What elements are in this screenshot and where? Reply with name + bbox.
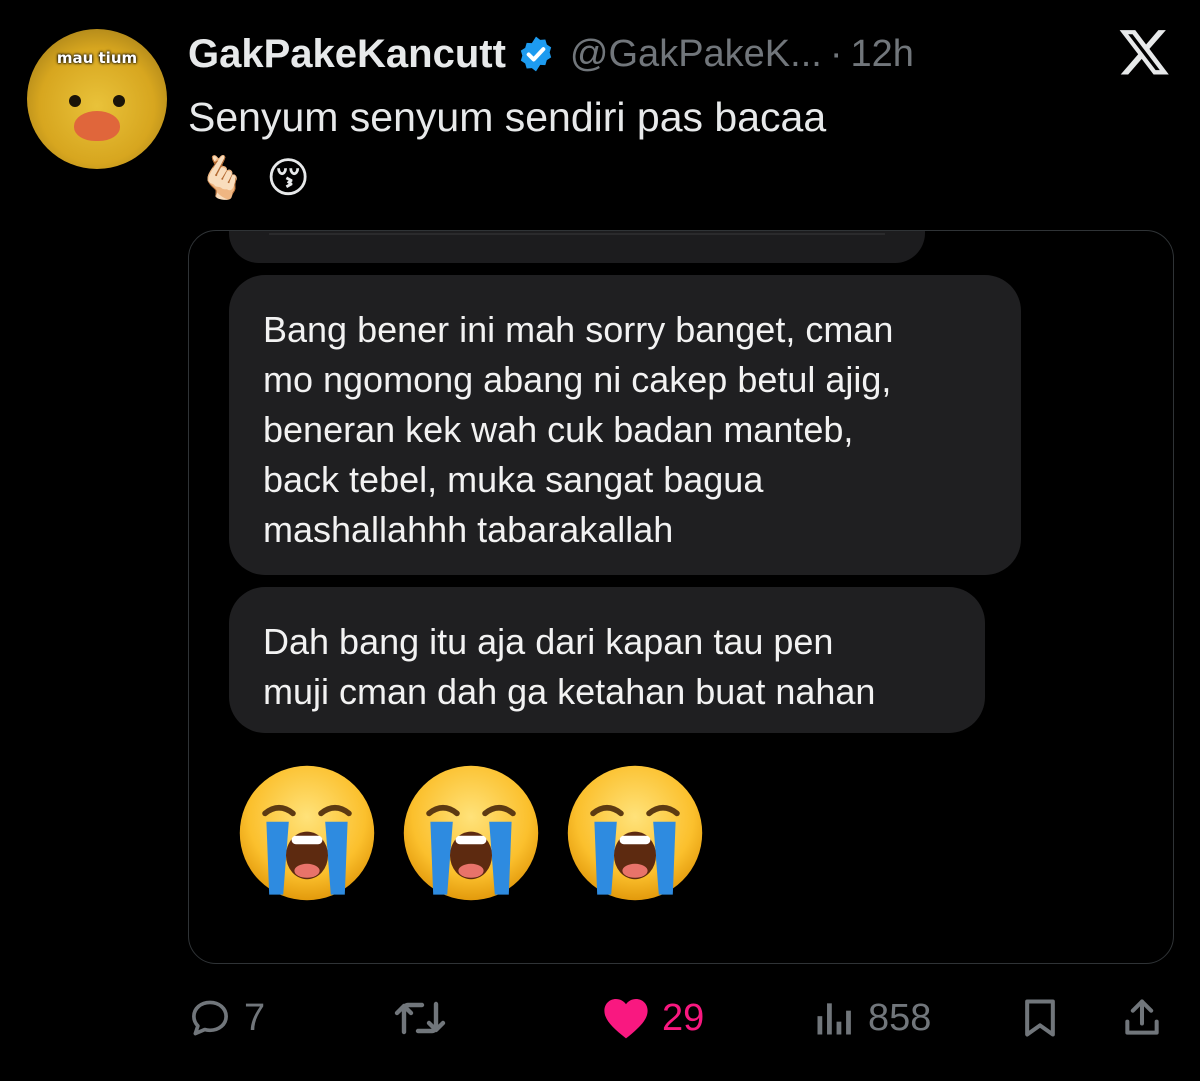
chat-message-1: Bang bener ini mah sorry banget, cman mo… — [229, 275, 1021, 575]
share-icon — [1125, 999, 1159, 1035]
separator-dot: · — [829, 32, 843, 75]
heart-icon — [604, 999, 648, 1039]
loudly-crying-face-icon — [239, 765, 375, 901]
handle[interactable]: @GakPakeK... — [570, 33, 822, 76]
views-button[interactable]: 858 — [812, 988, 931, 1048]
avatar-beak — [74, 111, 120, 141]
x-logo-icon[interactable] — [1118, 27, 1170, 77]
like-count: 29 — [662, 996, 705, 1039]
kissing-face-emoji: 😚 — [266, 154, 311, 201]
author-row: GakPakeKancutt @GakPakeK... · 12h — [188, 28, 914, 80]
tweet-action-bar: 7 29 858 — [188, 988, 1172, 1048]
retweet-icon — [394, 1001, 446, 1035]
reply-button[interactable]: 7 — [188, 988, 265, 1048]
display-name[interactable]: GakPakeKancutt — [188, 32, 506, 77]
reply-icon — [192, 1000, 228, 1036]
tweet-text: Senyum senyum sendiri pas bacaa — [188, 94, 827, 140]
bookmark-icon — [1025, 999, 1055, 1037]
reply-count: 7 — [244, 996, 266, 1039]
share-button[interactable] — [1120, 988, 1164, 1048]
bookmark-button[interactable] — [1018, 988, 1062, 1048]
previous-message-bubble — [229, 231, 925, 263]
retweet-button[interactable] — [394, 988, 458, 1048]
analytics-icon — [817, 1003, 851, 1035]
timestamp[interactable]: 12h — [850, 33, 913, 76]
view-count: 858 — [868, 996, 932, 1039]
verified-badge-icon — [520, 36, 552, 72]
avatar-eye-right — [113, 95, 125, 107]
tweet-emojis: 🫰🏻 😚 — [196, 150, 310, 206]
avatar-eye-left — [69, 95, 81, 107]
finger-heart-emoji: 🫰🏻 — [196, 154, 249, 201]
chat-message-2: Dah bang itu aja dari kapan tau pen muji… — [229, 587, 985, 733]
avatar-caption: mau tium — [56, 49, 138, 67]
tweet-media-card[interactable]: Bang bener ini mah sorry banget, cman mo… — [188, 230, 1174, 964]
avatar[interactable]: mau tium — [27, 29, 167, 169]
loudly-crying-face-icon — [403, 765, 539, 901]
loudly-crying-face-icon — [567, 765, 703, 901]
like-button[interactable]: 29 — [602, 988, 704, 1048]
reaction-emoji-row — [237, 763, 705, 903]
